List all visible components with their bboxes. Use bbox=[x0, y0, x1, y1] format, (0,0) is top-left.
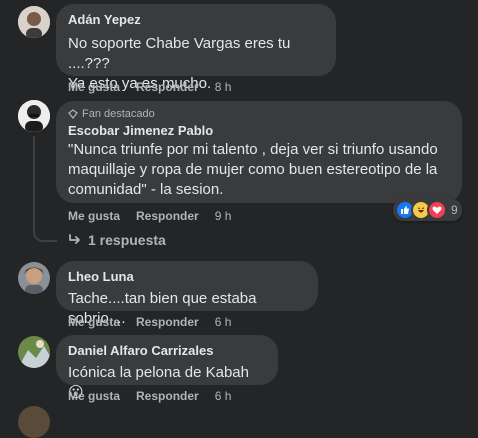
comment-actions: Me gusta Responder 6 h bbox=[68, 315, 231, 329]
comment-timestamp[interactable]: 6 h bbox=[215, 389, 232, 403]
avatar[interactable] bbox=[18, 262, 50, 294]
avatar-photo bbox=[18, 6, 50, 38]
replies-label: 1 respuesta bbox=[88, 232, 166, 248]
avatar-photo bbox=[18, 336, 50, 368]
top-fan-badge: Fan destacado bbox=[68, 107, 450, 121]
comment-timestamp[interactable]: 9 h bbox=[215, 209, 232, 223]
reply-button[interactable]: Responder bbox=[136, 209, 199, 223]
comment-bubble: Adán Yepez No soporte Chabe Vargas eres … bbox=[56, 4, 336, 92]
reply-button[interactable]: Responder bbox=[136, 389, 199, 403]
avatar[interactable] bbox=[18, 6, 50, 38]
diamond-icon bbox=[68, 109, 78, 119]
comment-text-line: comunidad" - la sesion. bbox=[68, 181, 224, 198]
comment-bubble: Lheo Luna Tache....tan bien que estaba s… bbox=[56, 261, 318, 327]
comment-bubble: Fan destacado Escobar Jimenez Pablo "Nun… bbox=[56, 101, 462, 203]
avatar[interactable] bbox=[18, 406, 50, 438]
comment-text-line: No soporte Chabe Vargas eres tu ....??? bbox=[68, 35, 291, 72]
reply-arrow-icon bbox=[69, 234, 80, 244]
comment-actions: Me gusta Responder 8 h bbox=[68, 80, 231, 94]
comment-author[interactable]: Escobar Jimenez Pablo bbox=[68, 123, 450, 139]
comment-text-line: "Nunca triunfe por mi talento , deja ver… bbox=[68, 141, 438, 158]
avatar[interactable] bbox=[18, 100, 50, 132]
comment-timestamp[interactable]: 6 h bbox=[215, 315, 232, 329]
avatar[interactable] bbox=[18, 336, 50, 368]
reactions-summary[interactable]: 9 bbox=[393, 199, 462, 221]
reaction-count: 9 bbox=[451, 203, 458, 217]
avatar-photo bbox=[18, 262, 50, 294]
view-replies-button[interactable]: 1 respuesta bbox=[68, 232, 166, 248]
comment-actions: Me gusta Responder 6 h bbox=[68, 389, 231, 403]
reply-button[interactable]: Responder bbox=[136, 315, 199, 329]
reply-button[interactable]: Responder bbox=[136, 80, 199, 94]
like-button[interactable]: Me gusta bbox=[68, 209, 120, 223]
avatar-photo bbox=[18, 100, 50, 132]
comment-actions: Me gusta Responder 9 h bbox=[68, 209, 231, 223]
comment-text-line: maquillaje y ropa de mujer como buen est… bbox=[68, 161, 438, 178]
badge-label: Fan destacado bbox=[82, 108, 155, 120]
heart-icon bbox=[427, 200, 447, 220]
comment-author[interactable]: Adán Yepez bbox=[68, 12, 324, 28]
comment-author[interactable]: Daniel Alfaro Carrizales bbox=[68, 343, 266, 359]
like-button[interactable]: Me gusta bbox=[68, 315, 120, 329]
like-button[interactable]: Me gusta bbox=[68, 80, 120, 94]
like-button[interactable]: Me gusta bbox=[68, 389, 120, 403]
comment-author[interactable]: Lheo Luna bbox=[68, 269, 306, 285]
comment-timestamp[interactable]: 8 h bbox=[215, 80, 232, 94]
comment-bubble: Daniel Alfaro Carrizales Icónica la pelo… bbox=[56, 335, 278, 401]
thread-line bbox=[33, 136, 57, 242]
